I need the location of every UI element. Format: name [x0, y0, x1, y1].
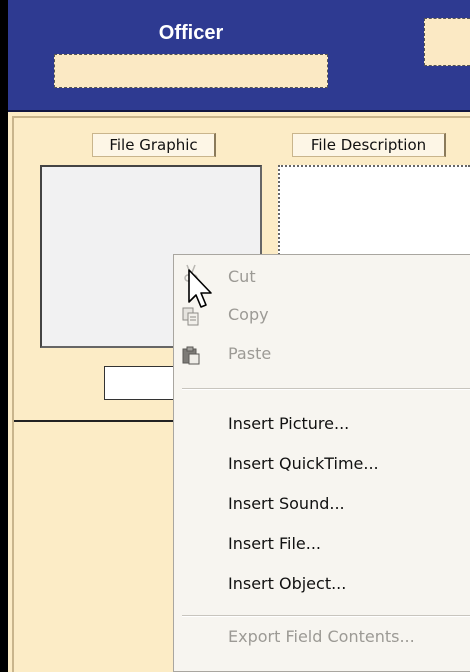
- body-top-edge: [12, 116, 470, 118]
- menu-item-insert-file[interactable]: Insert File...: [228, 534, 321, 553]
- menu-item-insert-picture-label: Insert Picture...: [228, 414, 350, 433]
- menu-item-insert-picture[interactable]: Insert Picture...: [228, 414, 349, 433]
- menu-item-cut-label: Cut: [228, 267, 256, 286]
- paste-icon: [180, 344, 202, 366]
- menu-item-insert-file-label: Insert File...: [228, 534, 322, 553]
- menu-item-insert-object[interactable]: Insert Object...: [228, 574, 346, 593]
- officer-field[interactable]: [54, 54, 328, 88]
- menu-item-copy[interactable]: Copy: [228, 305, 269, 324]
- menu-item-export-field-contents[interactable]: Export Field Contents...: [228, 627, 415, 646]
- file-graphic-label: File Graphic: [92, 133, 216, 157]
- window-left-edge: [0, 0, 8, 672]
- menu-separator: [182, 388, 470, 390]
- menu-item-paste-label: Paste: [228, 344, 272, 363]
- body-left-edge: [12, 116, 14, 672]
- section-divider: [14, 420, 184, 422]
- officer-label: Officer: [158, 22, 224, 44]
- form-header: Officer: [8, 0, 470, 112]
- menu-item-insert-sound[interactable]: Insert Sound...: [228, 494, 345, 513]
- menu-item-insert-object-label: Insert Object...: [228, 574, 347, 593]
- mouse-pointer-icon: [186, 268, 218, 324]
- menu-item-copy-label: Copy: [228, 305, 269, 324]
- menu-item-export-field-contents-label: Export Field Contents...: [228, 627, 415, 646]
- header-field-right[interactable]: [424, 18, 470, 66]
- menu-item-insert-quicktime[interactable]: Insert QuickTime...: [228, 454, 379, 473]
- menu-separator: [182, 615, 470, 617]
- menu-item-insert-sound-label: Insert Sound...: [228, 494, 345, 513]
- menu-item-insert-quicktime-label: Insert QuickTime...: [228, 454, 379, 473]
- menu-item-paste[interactable]: Paste: [228, 344, 271, 363]
- file-description-label: File Description: [292, 133, 446, 157]
- menu-item-cut[interactable]: Cut: [228, 267, 256, 286]
